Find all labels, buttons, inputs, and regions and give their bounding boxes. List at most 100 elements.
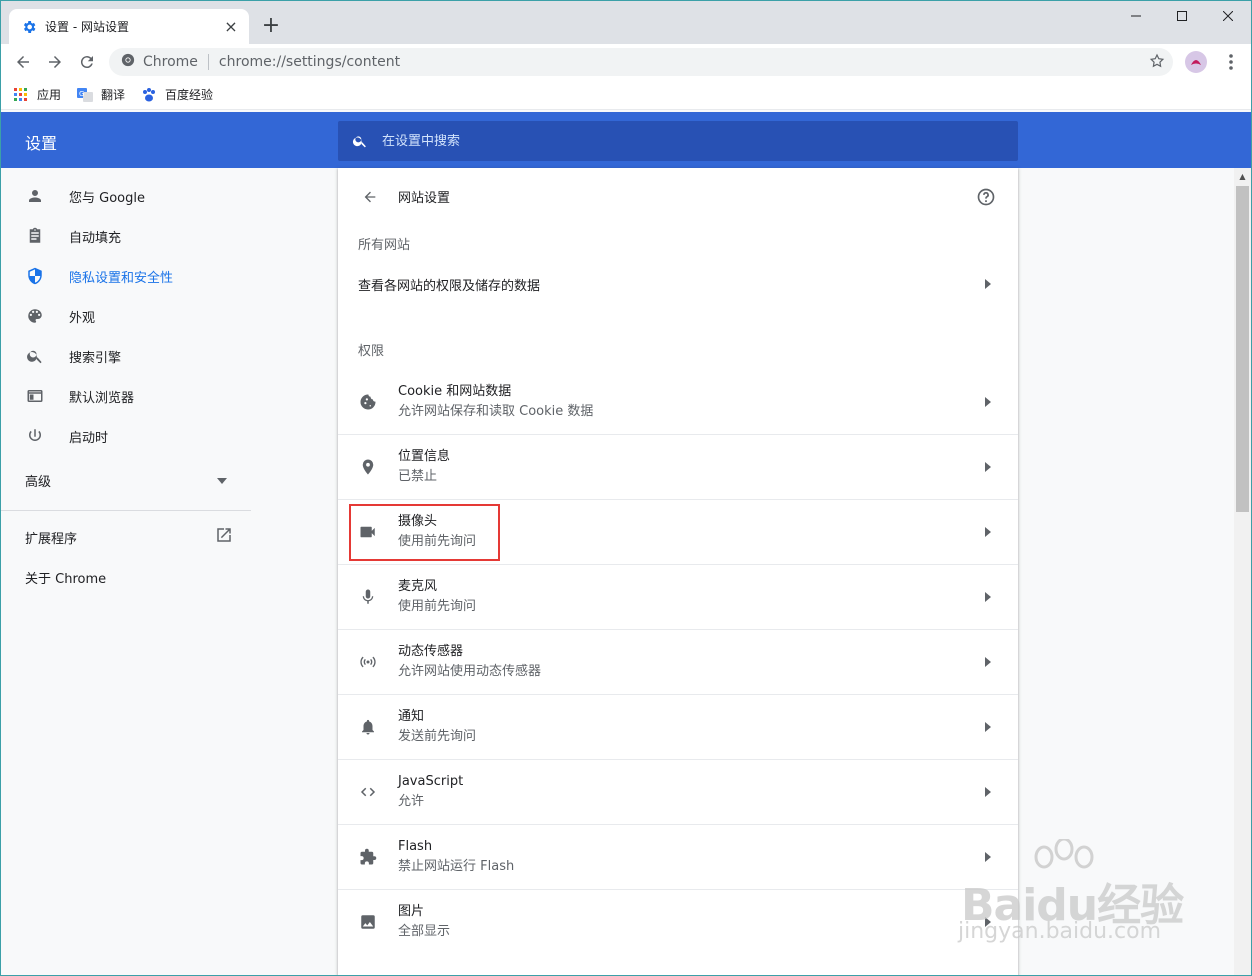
permission-row-cookies[interactable]: Cookie 和网站数据 允许网站保存和读取 Cookie 数据 <box>338 369 1018 434</box>
permission-row-motion-sensors[interactable]: 动态传感器 允许网站使用动态传感器 <box>338 629 1018 694</box>
sidebar-item-you-and-google[interactable]: 您与 Google <box>1 176 251 216</box>
sidebar-item-label: 自动填充 <box>69 230 122 246</box>
back-button[interactable] <box>7 46 39 78</box>
caret-down-icon <box>217 473 227 488</box>
star-icon[interactable] <box>1149 53 1165 73</box>
sidebar-item-autofill[interactable]: 自动填充 <box>1 216 251 256</box>
bell-icon <box>358 717 378 737</box>
tab-settings[interactable]: 设置 - 网站设置 × <box>9 9 249 44</box>
bookmarks-bar: 应用 G 翻译 百度经验 <box>1 80 1251 110</box>
apps-grid-icon <box>13 87 29 103</box>
sidebar-item-label: 启动时 <box>69 430 109 446</box>
permission-status: 使用前先询问 <box>398 599 477 614</box>
bookmark-apps[interactable]: 应用 <box>13 86 61 103</box>
back-arrow-icon[interactable] <box>358 185 382 209</box>
permission-status: 全部显示 <box>398 924 451 939</box>
bookmark-label: 百度经验 <box>165 88 214 102</box>
permission-row-location[interactable]: 位置信息 已禁止 <box>338 434 1018 499</box>
person-icon <box>25 186 45 206</box>
more-menu-icon[interactable] <box>1219 50 1243 74</box>
omnibox-site-label: Chrome <box>143 54 198 70</box>
permission-title: 位置信息 <box>398 449 451 464</box>
sidebar-item-search-engine[interactable]: 搜索引擎 <box>1 336 251 376</box>
settings-header: 设置 <box>1 112 1251 168</box>
translate-icon: G <box>77 87 94 103</box>
shield-icon <box>25 266 45 286</box>
sidebar-advanced-toggle[interactable]: 高级 <box>1 456 251 504</box>
reload-button[interactable] <box>71 46 103 78</box>
sidebar-item-label: 搜索引擎 <box>69 350 122 366</box>
paw-icon <box>141 87 157 103</box>
close-tab-icon[interactable]: × <box>223 18 239 35</box>
permission-status: 允许 <box>398 794 425 809</box>
permission-status: 已禁止 <box>398 469 438 484</box>
card-title: 网站设置 <box>398 191 451 206</box>
browser-icon <box>25 386 45 406</box>
puzzle-icon <box>358 847 378 867</box>
location-icon <box>358 457 378 477</box>
page-title: 设置 <box>25 134 58 153</box>
profile-avatar[interactable] <box>1185 51 1207 73</box>
permission-row-flash[interactable]: Flash 禁止网站运行 Flash <box>338 824 1018 889</box>
sidebar-item-appearance[interactable]: 外观 <box>1 296 251 336</box>
extensions-label: 扩展程序 <box>25 531 78 547</box>
new-tab-button[interactable]: + <box>259 15 283 39</box>
section-permissions: 权限 <box>358 343 385 359</box>
sidebar-item-privacy-security[interactable]: 隐私设置和安全性 <box>1 256 251 296</box>
chrome-icon <box>121 53 135 71</box>
open-in-new-icon <box>215 526 233 548</box>
permission-row-microphone[interactable]: 麦克风 使用前先询问 <box>338 564 1018 629</box>
sidebar-item-label: 您与 Google <box>69 190 145 206</box>
permission-title: 麦克风 <box>398 579 438 594</box>
permission-row-images[interactable]: 图片 全部显示 <box>338 889 1018 954</box>
sidebar-item-on-startup[interactable]: 启动时 <box>1 416 251 456</box>
sidebar-item-label: 默认浏览器 <box>69 390 135 406</box>
help-icon[interactable] <box>974 185 998 209</box>
permission-row-camera[interactable]: 摄像头 使用前先询问 <box>338 499 1018 564</box>
bookmark-translate[interactable]: G 翻译 <box>77 86 125 103</box>
chevron-right-icon <box>978 457 998 477</box>
chevron-right-icon <box>978 652 998 672</box>
scrollbar-thumb[interactable] <box>1236 186 1249 512</box>
search-input[interactable] <box>382 133 982 149</box>
maximize-button[interactable] <box>1159 1 1205 31</box>
permission-title: 通知 <box>398 709 425 724</box>
cookie-icon <box>358 392 378 412</box>
chevron-right-icon <box>978 522 998 542</box>
settings-search-box[interactable] <box>338 121 1018 161</box>
chevron-right-icon <box>978 782 998 802</box>
bookmark-baidu-jingyan[interactable]: 百度经验 <box>141 86 213 103</box>
scroll-up-arrow-icon[interactable]: ▲ <box>1234 168 1251 185</box>
about-label: 关于 Chrome <box>25 571 107 587</box>
sidebar-item-label: 隐私设置和安全性 <box>69 270 174 286</box>
permission-title: 摄像头 <box>398 514 438 529</box>
sidebar-item-extensions[interactable]: 扩展程序 <box>1 517 251 557</box>
svg-text:G: G <box>79 90 84 98</box>
search-icon <box>350 131 370 151</box>
all-sites-row[interactable]: 查看各网站的权限及储存的数据 <box>338 261 1018 307</box>
permission-row-javascript[interactable]: JavaScript 允许 <box>338 759 1018 824</box>
settings-sidebar: 您与 Google 自动填充 隐私设置和安全性 外观 搜索引擎 默认浏览器 启动… <box>1 168 251 975</box>
sidebar-item-about-chrome[interactable]: 关于 Chrome <box>1 557 251 597</box>
code-icon <box>358 782 378 802</box>
address-bar[interactable]: Chrome chrome://settings/content <box>109 48 1173 76</box>
chevron-right-icon <box>978 912 998 932</box>
permission-status: 发送前先询问 <box>398 729 477 744</box>
bookmark-label: 翻译 <box>101 88 126 102</box>
chevron-right-icon <box>978 717 998 737</box>
browser-toolbar: Chrome chrome://settings/content <box>1 44 1251 80</box>
tab-title: 设置 - 网站设置 <box>45 20 129 34</box>
page-scrollbar[interactable]: ▲ <box>1234 168 1251 975</box>
clipboard-icon <box>25 226 45 246</box>
minimize-button[interactable] <box>1113 1 1159 31</box>
permission-title: Flash <box>398 839 433 854</box>
permission-row-notifications[interactable]: 通知 发送前先询问 <box>338 694 1018 759</box>
permission-status: 允许网站使用动态传感器 <box>398 664 542 679</box>
card-header: 网站设置 <box>338 168 1018 225</box>
close-window-button[interactable] <box>1205 1 1251 31</box>
sidebar-item-default-browser[interactable]: 默认浏览器 <box>1 376 251 416</box>
permission-status: 允许网站保存和读取 Cookie 数据 <box>398 403 594 419</box>
forward-button[interactable] <box>39 46 71 78</box>
search-icon <box>25 346 45 366</box>
permission-title: JavaScript <box>398 774 464 789</box>
